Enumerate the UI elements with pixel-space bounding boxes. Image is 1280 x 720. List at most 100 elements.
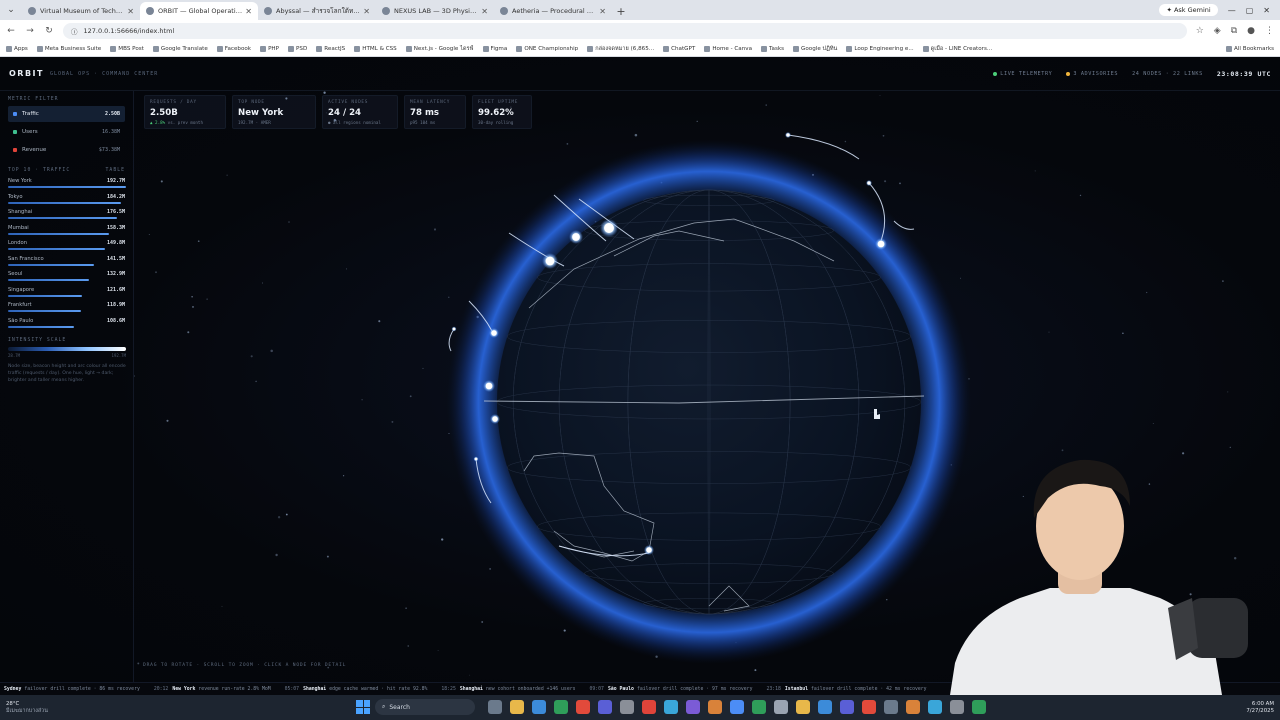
- taskbar-app-icon[interactable]: [708, 700, 722, 714]
- top10-row[interactable]: São Paulo 108.6M: [8, 317, 125, 333]
- bookmark-item[interactable]: กล่องจดหมาย (6,865...: [587, 45, 654, 53]
- menu-kebab-icon[interactable]: ⋮: [1265, 26, 1274, 36]
- bookmark-item[interactable]: Google Translate: [152, 45, 208, 53]
- taskbar-app-icon[interactable]: [774, 700, 788, 714]
- tab-search-icon[interactable]: ⌄: [0, 0, 22, 20]
- top10-row[interactable]: Seoul 132.9M: [8, 270, 125, 286]
- url-input[interactable]: ⓘ 127.0.0.1:56666/index.html: [63, 23, 1187, 39]
- taskbar-app-icon[interactable]: [488, 700, 502, 714]
- extensions-puzzle-icon[interactable]: ⧉: [1231, 26, 1237, 36]
- bookmark-item[interactable]: PSD: [288, 45, 307, 53]
- ticker-item: 05:07 Shanghai edge cache warmed · hit rat…: [285, 687, 428, 692]
- bookmark-item[interactable]: MBS Post: [110, 45, 144, 53]
- bookmark-item[interactable]: Figma: [482, 45, 507, 53]
- taskbar-app-icon[interactable]: [796, 700, 810, 714]
- forward-icon[interactable]: →: [25, 26, 35, 36]
- advisories-badge[interactable]: 3 ADVISORIES: [1066, 71, 1118, 77]
- taskbar-app-icon[interactable]: [884, 700, 898, 714]
- maximize-icon[interactable]: ▢: [1246, 6, 1254, 15]
- metric-filter-users[interactable]: Users 16.38M: [8, 124, 125, 140]
- top10-row[interactable]: Frankfurt 118.9M: [8, 301, 125, 317]
- back-icon[interactable]: ←: [6, 26, 16, 36]
- star: [433, 228, 437, 231]
- clock-date: 7/27/2025: [1246, 707, 1274, 714]
- close-window-icon[interactable]: ✕: [1263, 6, 1270, 15]
- bookmark-item[interactable]: PHP: [260, 45, 279, 53]
- bookmark-item[interactable]: ONE Championship: [516, 45, 578, 53]
- all-bookmarks-button[interactable]: All Bookmarks: [1226, 46, 1274, 52]
- top10-row[interactable]: New York 192.7M: [8, 177, 126, 193]
- taskbar-app-icon[interactable]: [818, 700, 832, 714]
- bookmark-item[interactable]: ReactJS: [316, 45, 345, 53]
- ticker-time: 18:25: [441, 686, 456, 692]
- weather-widget[interactable]: 28°C มีเมฆมากบางส่วน: [6, 701, 48, 715]
- bookmark-item[interactable]: Google ปฏิทิน: [793, 45, 837, 53]
- bookmark-item[interactable]: ChatGPT: [663, 45, 695, 53]
- bookmark-item[interactable]: Meta Business Suite: [36, 45, 101, 53]
- taskbar-app-icon[interactable]: [862, 700, 876, 714]
- system-clock[interactable]: 6:00 AM 7/27/2025: [1246, 701, 1274, 715]
- tab-close-icon[interactable]: ✕: [363, 7, 370, 16]
- bookmark-item[interactable]: Next.js - Google ไดรฟ์: [405, 45, 474, 53]
- taskbar-app-icon[interactable]: [576, 700, 590, 714]
- top10-row[interactable]: Tokyo 184.2M: [8, 193, 125, 209]
- star: [886, 599, 888, 601]
- bookmark-item[interactable]: HTML & CSS: [354, 45, 397, 53]
- bookmark-item[interactable]: Apps: [6, 45, 28, 53]
- bookmark-star-icon[interactable]: ☆: [1196, 26, 1204, 36]
- star: [345, 268, 347, 270]
- taskbar-app-icon[interactable]: [532, 700, 546, 714]
- tab-close-icon[interactable]: ✕: [127, 7, 134, 16]
- taskbar-app-icon[interactable]: [752, 700, 766, 714]
- minimize-icon[interactable]: —: [1228, 6, 1236, 15]
- taskbar-app-icon[interactable]: [686, 700, 700, 714]
- taskbar-app-icon[interactable]: [510, 700, 524, 714]
- bookmark-item[interactable]: Facebook: [216, 45, 251, 53]
- taskbar-search[interactable]: ⌕ Search: [375, 699, 475, 715]
- bookmark-item[interactable]: Home - Canva: [704, 45, 752, 53]
- table-link[interactable]: TABLE: [106, 168, 125, 173]
- bookmark-item[interactable]: Loop Engineering e...: [846, 45, 914, 53]
- city-traffic-bar: [8, 201, 122, 204]
- extension-icon[interactable]: ◈: [1214, 26, 1221, 36]
- browser-tab[interactable]: NEXUS LAB — 3D Physics Play✕: [376, 2, 494, 20]
- top10-row[interactable]: Mumbai 158.3M: [8, 224, 125, 240]
- taskbar-app-icon[interactable]: [598, 700, 612, 714]
- tab-close-icon[interactable]: ✕: [481, 7, 488, 16]
- taskbar-app-icon[interactable]: [972, 700, 986, 714]
- taskbar-app-icon[interactable]: [642, 700, 656, 714]
- taskbar-app-icon[interactable]: [554, 700, 568, 714]
- new-tab-button[interactable]: +: [612, 2, 630, 20]
- ticker-city: Shanghai: [303, 686, 327, 692]
- top10-row[interactable]: Singapore 121.6M: [8, 286, 125, 302]
- top10-row[interactable]: San Francisco 141.5M: [8, 255, 125, 271]
- browser-tab[interactable]: Aetheria — Procedural Fantasy✕: [494, 2, 612, 20]
- top10-row[interactable]: Shanghai 176.5M: [8, 208, 125, 224]
- tab-close-icon[interactable]: ✕: [245, 7, 252, 16]
- metric-label: Revenue: [22, 147, 47, 153]
- site-info-icon[interactable]: ⓘ: [71, 26, 78, 36]
- city-name: Tokyo: [8, 193, 23, 200]
- reload-icon[interactable]: ↻: [44, 26, 54, 36]
- bookmark-item[interactable]: ดูเมือ - LINE Creators...: [922, 45, 992, 53]
- city-name: San Francisco: [8, 255, 44, 262]
- taskbar-app-icon[interactable]: [950, 700, 964, 714]
- taskbar-app-icon[interactable]: [906, 700, 920, 714]
- taskbar-app-icon[interactable]: [928, 700, 942, 714]
- bookmark-item[interactable]: Tasks: [761, 45, 784, 53]
- taskbar-app-icon[interactable]: [664, 700, 678, 714]
- metric-filter-revenue[interactable]: Revenue $73.38M: [8, 142, 125, 158]
- tab-close-icon[interactable]: ✕: [599, 7, 606, 16]
- top10-row[interactable]: London 149.8M: [8, 239, 125, 255]
- start-icon[interactable]: [356, 700, 370, 714]
- taskbar-app-icon[interactable]: [620, 700, 634, 714]
- metric-filter-traffic[interactable]: Traffic 2.50B: [8, 106, 125, 122]
- taskbar-app-icon[interactable]: [730, 700, 744, 714]
- taskbar-app-icon[interactable]: [840, 700, 854, 714]
- profile-avatar-icon[interactable]: ●: [1247, 26, 1255, 36]
- browser-tab[interactable]: Abyssal — สำรวจโลกใต้ทะเล 3D✕: [258, 2, 376, 20]
- ask-gemini-button[interactable]: ✦ Ask Gemini: [1159, 4, 1218, 16]
- ticker-city: Sydney: [4, 686, 22, 692]
- browser-tab[interactable]: Virtual Museum of Technology✕: [22, 2, 140, 20]
- browser-tab[interactable]: ORBIT — Global Operations Ce✕: [140, 2, 258, 20]
